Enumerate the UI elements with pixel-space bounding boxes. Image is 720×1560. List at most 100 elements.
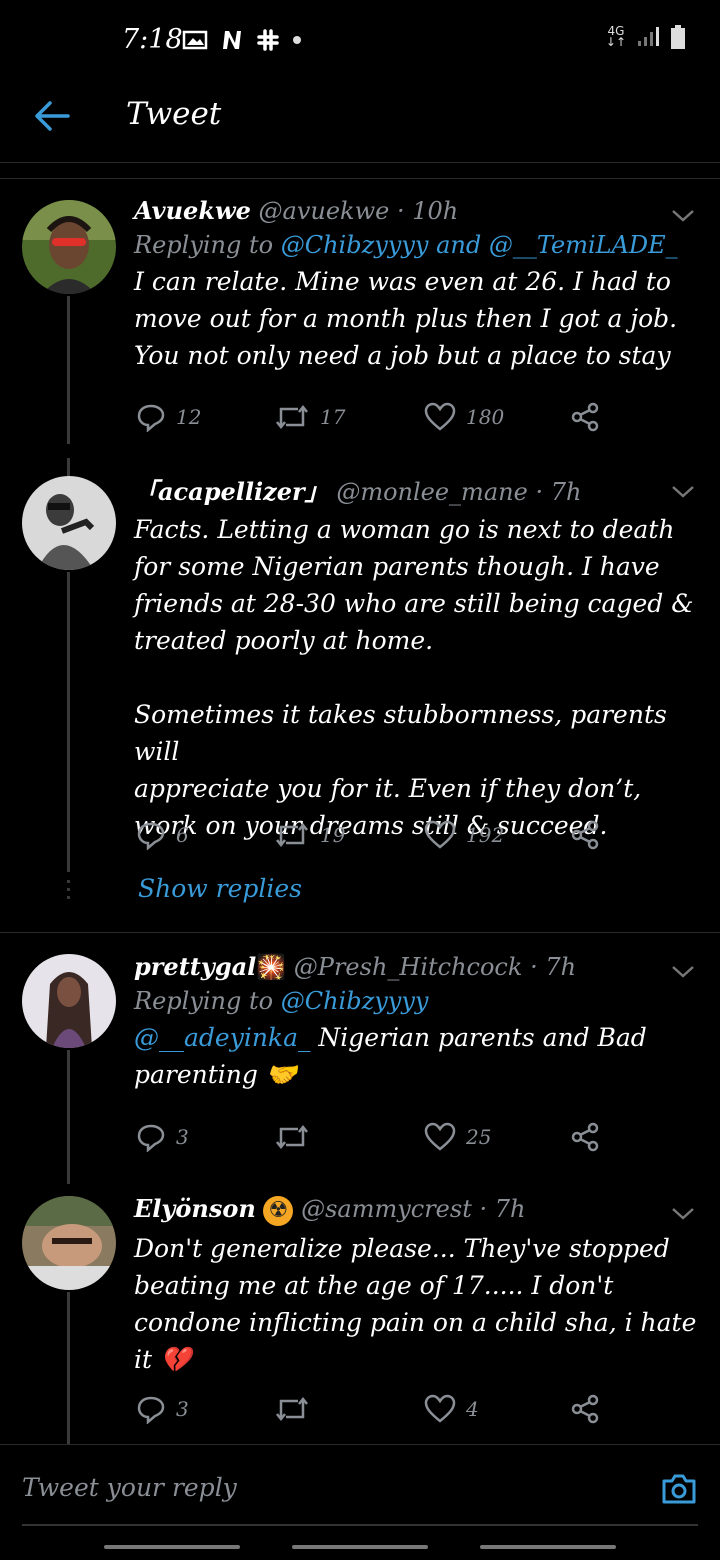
user-handle[interactable]: @sammycrest (301, 1195, 472, 1223)
thread-line (67, 1292, 70, 1444)
share-icon (571, 402, 599, 432)
retweet-count: 17 (320, 405, 346, 429)
tweet-actions: 12 17 180 (134, 402, 604, 442)
back-arrow-icon[interactable] (32, 96, 72, 136)
timestamp: 7h (494, 1195, 526, 1223)
like-button[interactable]: 192 (424, 820, 504, 850)
avatar-sammycrest[interactable] (22, 1196, 116, 1290)
gallery-icon (182, 30, 208, 50)
chevron-down-icon[interactable] (670, 1204, 696, 1224)
like-count: 25 (466, 1125, 492, 1149)
like-button[interactable]: 25 (424, 1122, 491, 1152)
tweet[interactable]: prettygal🎇 @Presh_Hitchcock · 7h Replyin… (134, 952, 704, 1093)
tweet-actions: 3 25 (134, 1122, 604, 1162)
tweet[interactable]: Avuekwe @avuekwe · 10h Replying to @Chib… (134, 196, 704, 374)
thread-line (67, 458, 70, 478)
battery-icon (671, 25, 685, 49)
share-button[interactable] (570, 1394, 600, 1424)
display-name[interactable]: prettygal (134, 952, 256, 981)
tweet-text: Facts. Letting a woman go is next to dea… (134, 515, 694, 840)
slack-icon (257, 29, 279, 51)
like-count: 4 (466, 1397, 479, 1421)
separator-dot: · (479, 1195, 488, 1223)
heart-icon (424, 402, 456, 431)
retweet-button[interactable]: 17 (274, 402, 345, 432)
like-button[interactable]: 180 (424, 402, 504, 432)
reply-button[interactable]: 6 (136, 820, 189, 850)
system-icons: 4G ↓↑ (606, 24, 686, 50)
share-icon (571, 1394, 599, 1424)
user-handle[interactable]: @avuekwe (259, 197, 390, 225)
app-bar: Tweet (0, 80, 720, 163)
share-button[interactable] (570, 820, 600, 850)
divider (0, 178, 720, 179)
separator-dot: · (535, 478, 544, 506)
like-count: 180 (466, 405, 505, 429)
user-handle[interactable]: @Presh_Hitchcock (294, 953, 523, 981)
share-icon (571, 1122, 599, 1152)
nav-recents[interactable] (104, 1545, 240, 1549)
tweet-text: @__adeyinka_ Nigerian parents and Bad pa… (134, 1023, 647, 1089)
tweet-header: prettygal🎇 @Presh_Hitchcock · 7h (134, 952, 704, 981)
reply-button[interactable]: 12 (136, 402, 201, 432)
tweet-text: I can relate. Mine was even at 26. I had… (134, 267, 678, 370)
heart-icon (424, 820, 456, 849)
user-handle[interactable]: @monlee_mane (336, 478, 527, 506)
reply-input[interactable]: Tweet your reply (22, 1473, 237, 1502)
share-button[interactable] (570, 402, 600, 432)
reply-icon (137, 1396, 165, 1424)
reply-count: 12 (176, 405, 202, 429)
thread-dot (67, 880, 70, 883)
reply-mention[interactable]: @Chibzyyyy (281, 231, 429, 259)
nav-back[interactable] (480, 1545, 616, 1549)
retweet-button[interactable]: 19 (274, 820, 345, 850)
reply-button[interactable]: 3 (136, 1122, 189, 1152)
show-replies-link[interactable]: Show replies (138, 874, 302, 903)
thread-line (67, 1050, 70, 1184)
display-name[interactable]: Avuekwe (134, 196, 251, 225)
mention-link[interactable]: @__adeyinka_ (134, 1023, 310, 1052)
heart-icon (424, 1122, 456, 1151)
share-icon (571, 820, 599, 850)
chevron-down-icon[interactable] (670, 482, 696, 502)
radioactive-icon: ☢ (263, 1196, 294, 1226)
chevron-down-icon[interactable] (670, 206, 696, 226)
replying-to: Replying to @Chibzyyyy and @__TemiLADE_ (134, 231, 678, 259)
display-name[interactable]: Elyönson (134, 1194, 256, 1223)
netflix-icon (223, 31, 241, 49)
chevron-down-icon[interactable] (670, 962, 696, 982)
timestamp: 7h (545, 953, 577, 981)
status-bar: 7:18 4G ↓↑ (0, 0, 720, 80)
reply-button[interactable]: 3 (136, 1394, 189, 1424)
retweet-icon (276, 822, 308, 848)
thread-dot (67, 896, 70, 899)
page-title: Tweet (126, 96, 222, 132)
avatar-presh-hitchcock[interactable] (22, 954, 116, 1048)
nav-home[interactable] (292, 1545, 428, 1549)
camera-icon[interactable] (660, 1471, 698, 1507)
thread-dot (67, 888, 70, 891)
retweet-icon (276, 1124, 308, 1150)
tweet-header: Avuekwe @avuekwe · 10h (134, 196, 704, 225)
tweet[interactable]: Elyönson ☢ @sammycrest · 7h Don't genera… (134, 1194, 704, 1378)
input-underline (22, 1524, 698, 1526)
retweet-count: 19 (320, 823, 346, 847)
avatar-avuekwe[interactable] (22, 200, 116, 294)
heart-icon (424, 1394, 456, 1423)
reply-count: 6 (176, 823, 189, 847)
reply-mention[interactable]: @Chibzyyyy (281, 987, 429, 1015)
reply-icon (137, 1124, 165, 1152)
reply-mention[interactable]: @__TemiLADE_ (489, 231, 678, 259)
share-button[interactable] (570, 1122, 600, 1152)
tweet-header: Elyönson ☢ @sammycrest · 7h (134, 1194, 704, 1226)
reply-composer: Tweet your reply (0, 1444, 720, 1525)
like-button[interactable]: 4 (424, 1394, 479, 1424)
avatar-monlee-mane[interactable] (22, 476, 116, 570)
tweet-actions: 3 4 (134, 1394, 604, 1434)
retweet-button[interactable] (274, 1394, 320, 1424)
signal-icon (638, 27, 659, 46)
retweet-button[interactable] (274, 1122, 320, 1152)
display-name[interactable]: 「acapellizer」 (134, 477, 329, 506)
tweet[interactable]: 「acapellizer」 @monlee_mane · 7h Facts. L… (134, 472, 704, 844)
divider (0, 932, 720, 933)
